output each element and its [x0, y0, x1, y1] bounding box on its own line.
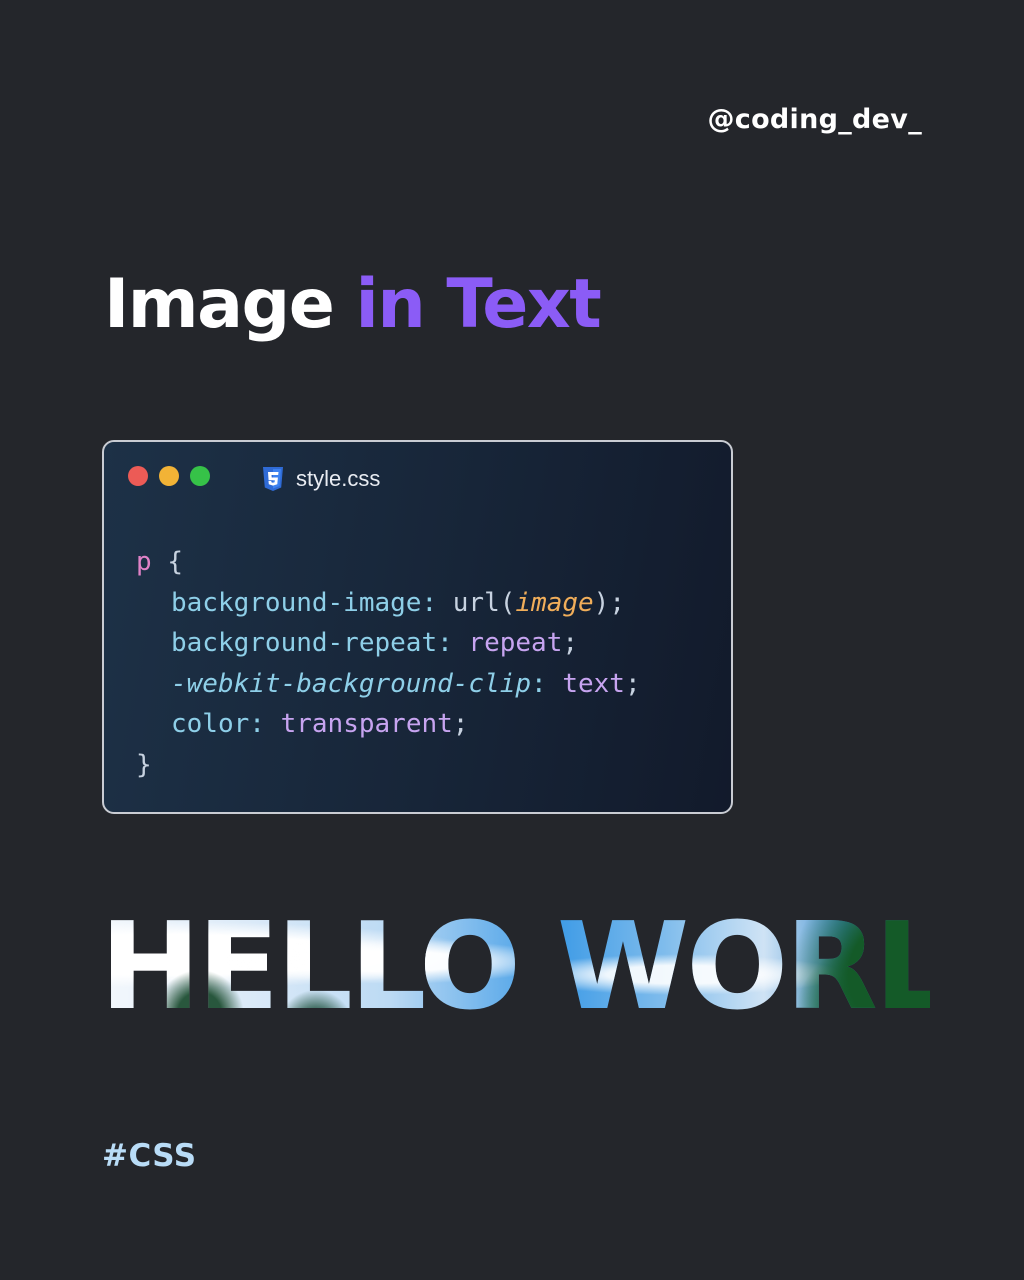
author-handle: @coding_dev_ [707, 104, 922, 135]
code-close-brace: } [136, 749, 152, 780]
minimize-dot[interactable] [159, 466, 179, 486]
code-property: -webkit-background-clip [171, 668, 532, 699]
image-filled-text-demo: HELLO WORLD [100, 898, 1024, 1037]
title-words-in-text: in Text [355, 265, 602, 344]
code-value: transparent [280, 709, 453, 739]
code-open-brace: { [167, 547, 183, 577]
page-title: Image in Text [104, 265, 602, 344]
css3-icon [263, 467, 283, 491]
file-tab-label: style.css [296, 466, 381, 491]
code-value-close: ) [593, 587, 610, 618]
hashtag: #CSS [102, 1138, 197, 1174]
code-value: url( [452, 587, 516, 618]
file-tab[interactable]: style.css [262, 466, 380, 492]
code-value: repeat [468, 628, 563, 658]
code-editor-window: style.css p { background-image: url(imag… [102, 440, 733, 814]
code-property: color [171, 709, 250, 739]
code-property: background-repeat [171, 628, 438, 658]
code-property: background-image [171, 587, 422, 618]
code-value: text [562, 668, 625, 699]
close-dot[interactable] [128, 466, 148, 486]
maximize-dot[interactable] [190, 466, 210, 486]
code-argument: image [515, 587, 594, 618]
code-block: p { background-image: url(image); backgr… [136, 547, 641, 780]
title-word-image: Image [104, 265, 335, 344]
window-controls [128, 466, 210, 486]
code-selector: p [136, 547, 152, 577]
